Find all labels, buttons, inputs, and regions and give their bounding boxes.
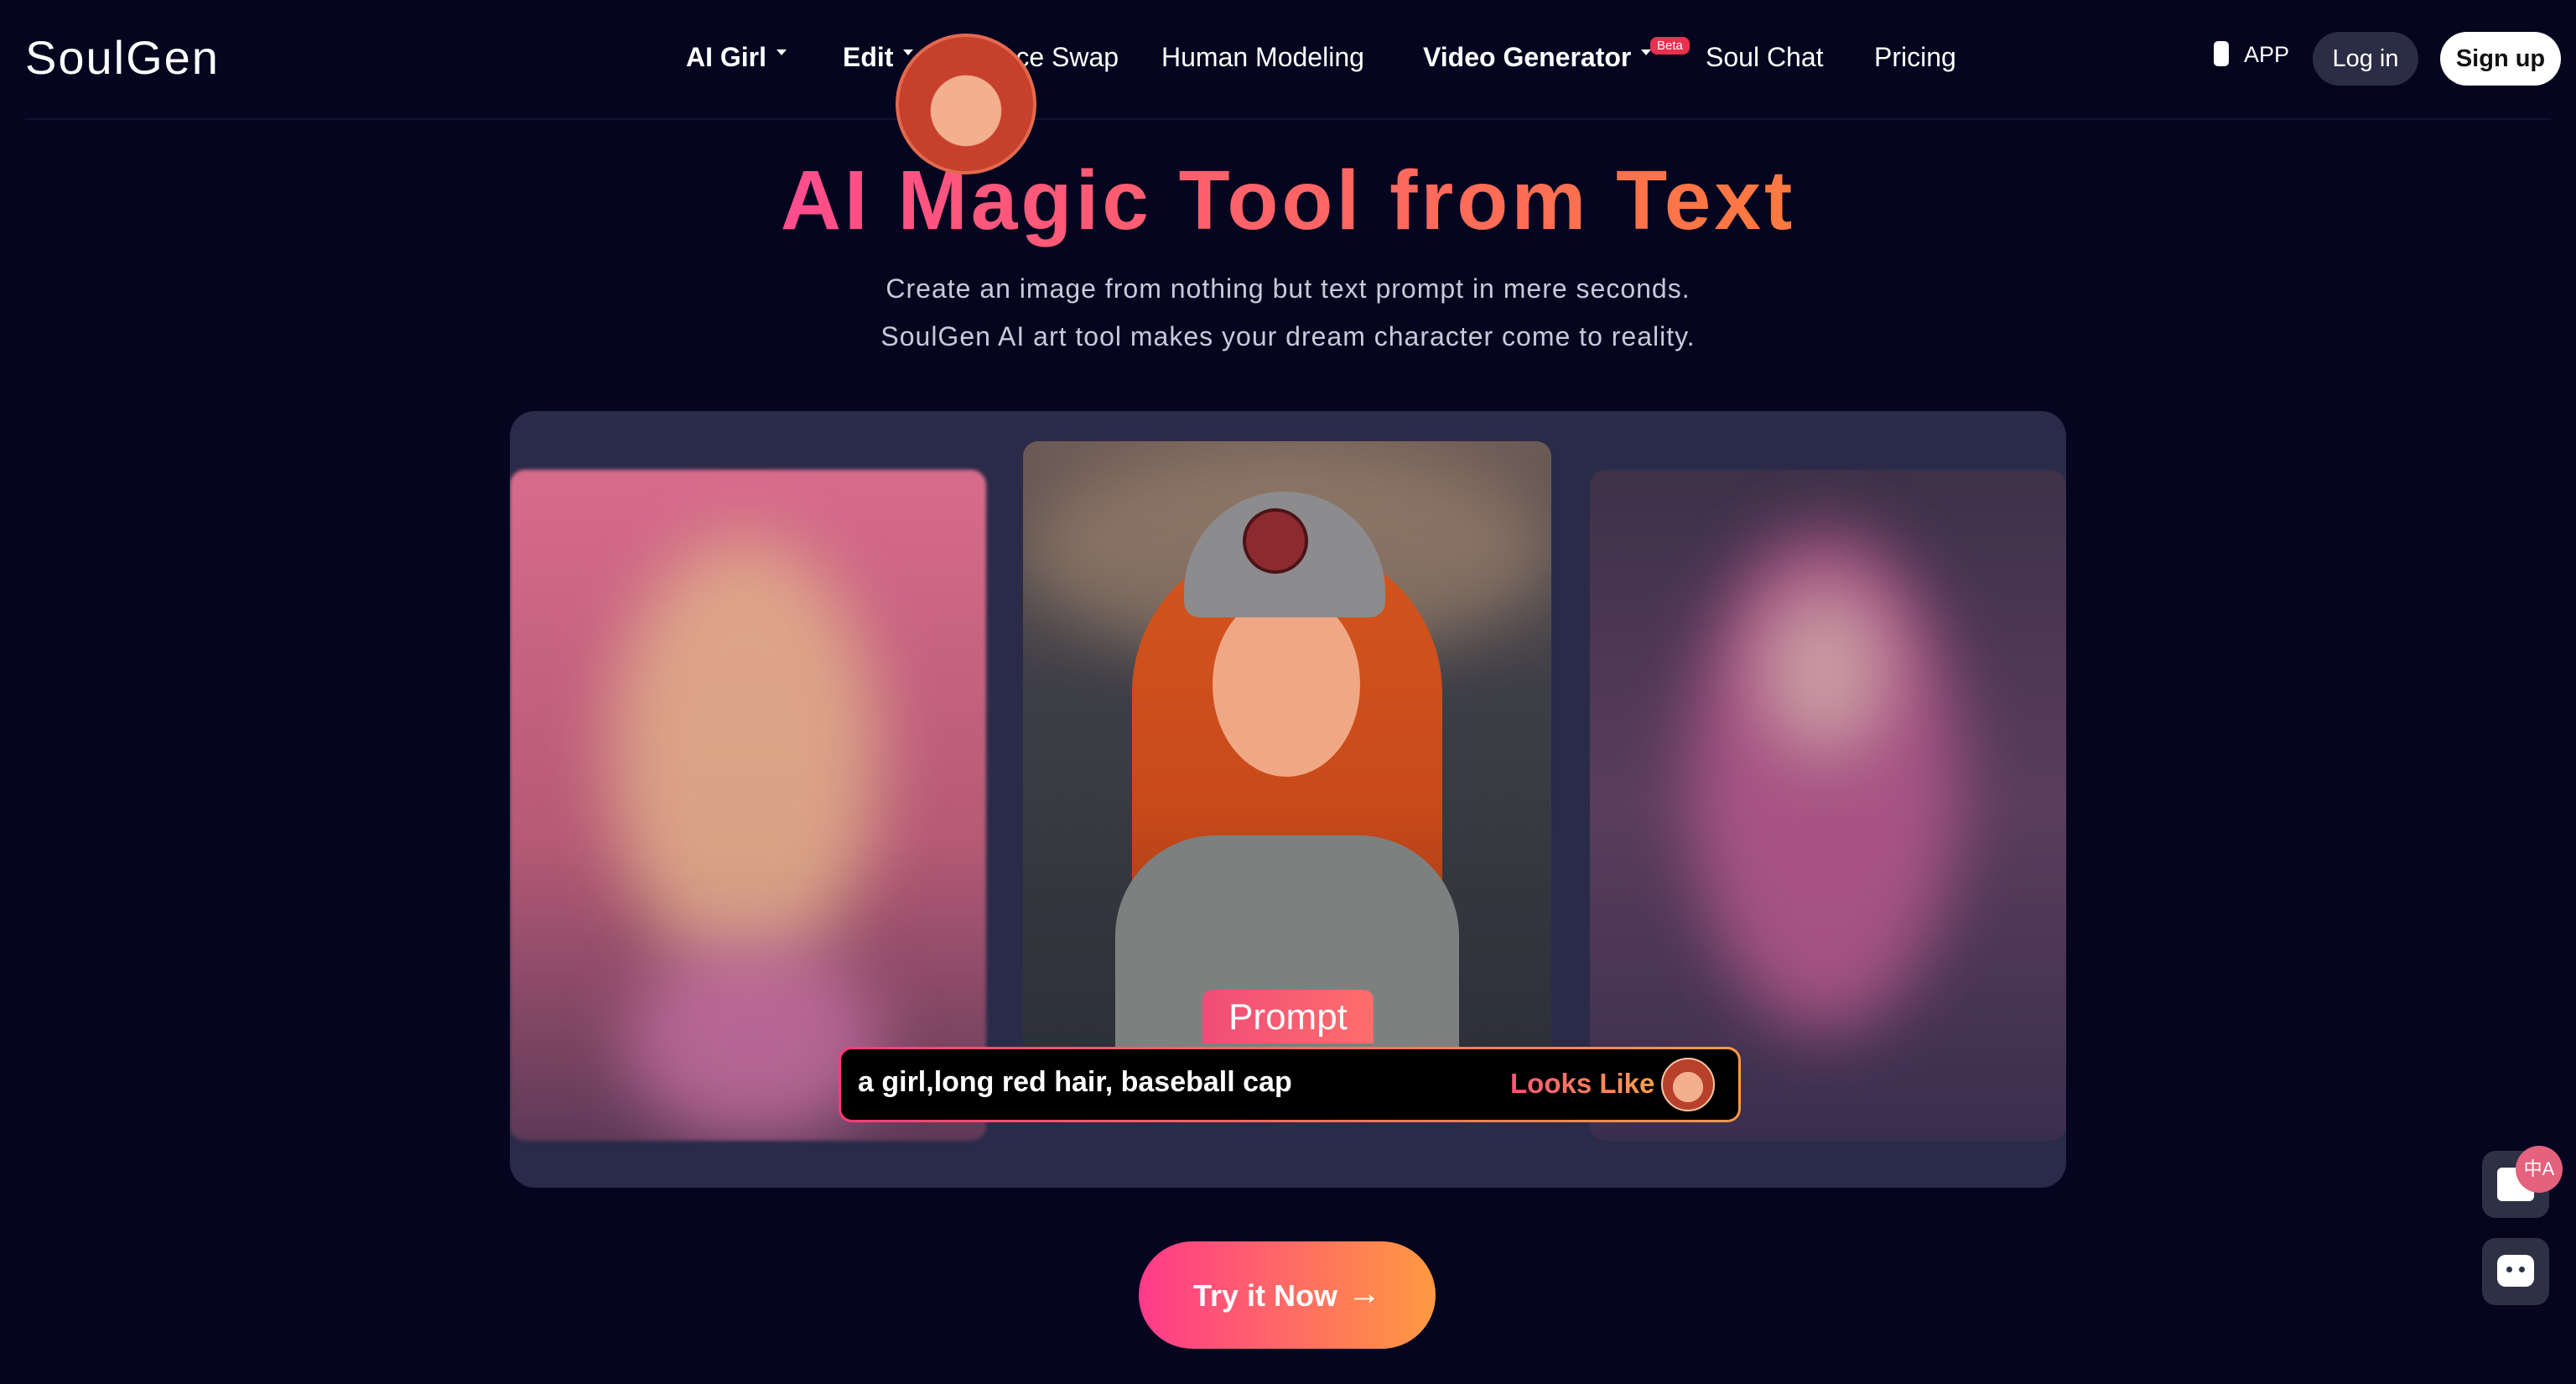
app-label: APP [2244,42,2290,67]
chevron-down-icon [776,49,787,56]
prompt-text: a girl,long red hair, baseball cap [858,1066,1292,1098]
nav-item-human-modeling[interactable]: Human Modeling [1161,42,1364,73]
nav-item-label: Human Modeling [1161,42,1364,72]
main-menu: AI Girl Edit Face Swap Human Modeling Vi… [0,0,2576,119]
nav-item-label: Soul Chat [1706,42,1824,72]
chat-bot-button[interactable] [2482,1238,2549,1305]
subtitle-line-1: Create an image from nothing but text pr… [886,273,1690,304]
nav-item-label: AI Girl [686,42,767,72]
chevron-down-icon [1641,49,1652,56]
nav-item-soul-chat[interactable]: Soul Chat [1706,42,1824,73]
page-title: AI Magic Tool from Text [0,153,2576,249]
signup-button[interactable]: Sign up [2440,32,2561,86]
nav-divider [25,118,2551,120]
chat-bot-icon [2497,1255,2534,1287]
example-image-left [510,470,986,1141]
nav-item-edit[interactable]: Edit [843,42,914,73]
blurred-figure [610,537,879,973]
translate-badge: 中A [2516,1146,2563,1193]
cta-label: Try it Now [1192,1278,1338,1313]
prompt-bar: a girl,long red hair, baseball cap Looks… [839,1047,1741,1122]
face-reference-avatar [896,34,1036,174]
phone-icon [2214,40,2229,66]
prompt-label: Prompt [1202,990,1374,1043]
nav-item-label: Video Generator [1423,42,1632,72]
looks-like-avatar [1661,1058,1715,1111]
nav-item-ai-girl[interactable]: AI Girl [686,42,787,73]
nav-item-label: Pricing [1874,42,1956,72]
nav-item-video-generator[interactable]: Video Generator [1423,42,1652,73]
app-download-link[interactable]: APP [2214,40,2290,69]
arrow-right-icon: → [1348,1275,1382,1312]
nav-item-label: Edit [843,42,894,72]
top-navigation: SoulGen AI Girl Edit Face Swap Human Mod… [0,0,2576,120]
subject-face [1213,592,1360,777]
try-it-now-button[interactable]: Try it Now → [1139,1241,1436,1349]
example-image-center [1023,441,1551,1062]
looks-like-label: Looks Like [1510,1068,1655,1099]
blurred-figure [1758,587,1892,755]
example-image-right [1590,470,2066,1141]
login-button[interactable]: Log in [2313,32,2418,86]
cap-logo [1243,508,1308,574]
translate-button[interactable]: 中A [2482,1146,2563,1218]
chevron-down-icon [903,49,914,56]
page-title-text: AI Magic Tool from Text [780,153,1796,247]
beta-badge: Beta [1650,37,1690,55]
nav-item-pricing[interactable]: Pricing [1874,42,1956,73]
subtitle-line-2: SoulGen AI art tool makes your dream cha… [880,321,1696,351]
